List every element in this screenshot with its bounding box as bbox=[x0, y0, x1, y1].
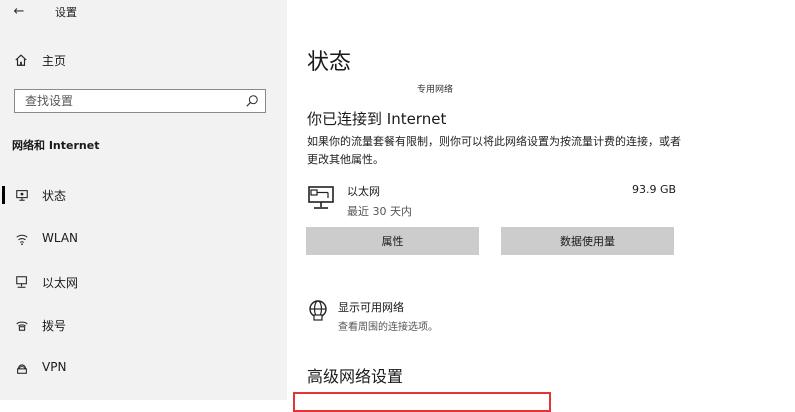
sidebar-item-label: WLAN bbox=[42, 231, 79, 245]
search-input[interactable] bbox=[25, 92, 240, 110]
sidebar-item-label: 以太网 bbox=[42, 276, 79, 290]
sidebar-item-dialup[interactable]: 拨号 bbox=[0, 312, 287, 338]
app-title: 设置 bbox=[55, 6, 77, 19]
search-box bbox=[14, 89, 266, 113]
sidebar-item-ethernet[interactable]: 以太网 bbox=[0, 269, 287, 295]
ethernet-usage: 93.9 GB bbox=[632, 183, 677, 196]
sidebar-item-status[interactable]: 状态 bbox=[0, 182, 287, 208]
highlight-box bbox=[293, 392, 551, 412]
back-button[interactable]: ← bbox=[8, 2, 30, 20]
status-description: 如果你的流量套餐有限制，则你可以将此网络设置为按流量计费的连接，或者更改其他属性… bbox=[307, 135, 681, 166]
home-label: 主页 bbox=[42, 53, 67, 68]
sidebar-item-label: 拨号 bbox=[42, 319, 67, 333]
ethernet-subtitle: 最近 30 天内 bbox=[347, 205, 412, 218]
available-networks-subtitle: 查看周围的连接选项。 bbox=[338, 322, 438, 333]
network-profile-caption: 专用网络 bbox=[417, 85, 454, 95]
sidebar-item-vpn[interactable]: VPN bbox=[0, 355, 287, 381]
main-content: 状态 专用网络 你已连接到 Internet 如果你的流量套餐有限制，则你可以将… bbox=[287, 0, 795, 412]
properties-button[interactable]: 属性 bbox=[306, 227, 479, 255]
page-title: 状态 bbox=[307, 50, 352, 75]
status-icon bbox=[16, 190, 28, 201]
ethernet-icon bbox=[16, 276, 27, 288]
sidebar-item-home[interactable]: 主页 bbox=[14, 50, 66, 70]
search-icon[interactable] bbox=[245, 94, 259, 108]
section-title: 网络和 Internet bbox=[12, 139, 100, 152]
ethernet-name: 以太网 bbox=[347, 185, 380, 198]
wifi-icon bbox=[16, 234, 28, 246]
show-available-networks-link[interactable]: 显示可用网络 bbox=[338, 299, 404, 315]
sidebar-item-label: 状态 bbox=[42, 189, 67, 203]
data-usage-button[interactable]: 数据使用量 bbox=[501, 227, 674, 255]
advanced-settings-heading: 高级网络设置 bbox=[307, 367, 404, 386]
selection-indicator bbox=[2, 186, 5, 204]
home-icon bbox=[15, 54, 27, 66]
sidebar-item-wlan[interactable]: WLAN bbox=[0, 226, 287, 252]
ethernet-monitor-icon bbox=[308, 186, 334, 209]
dialup-icon bbox=[16, 321, 28, 331]
globe-icon bbox=[309, 300, 327, 321]
vpn-icon bbox=[17, 364, 27, 374]
sidebar: ← 设置 主页 网络和 Internet 状态 bbox=[0, 0, 287, 400]
status-heading: 你已连接到 Internet bbox=[307, 110, 447, 128]
back-arrow-icon: ← bbox=[13, 3, 25, 19]
sidebar-item-label: VPN bbox=[42, 360, 67, 374]
